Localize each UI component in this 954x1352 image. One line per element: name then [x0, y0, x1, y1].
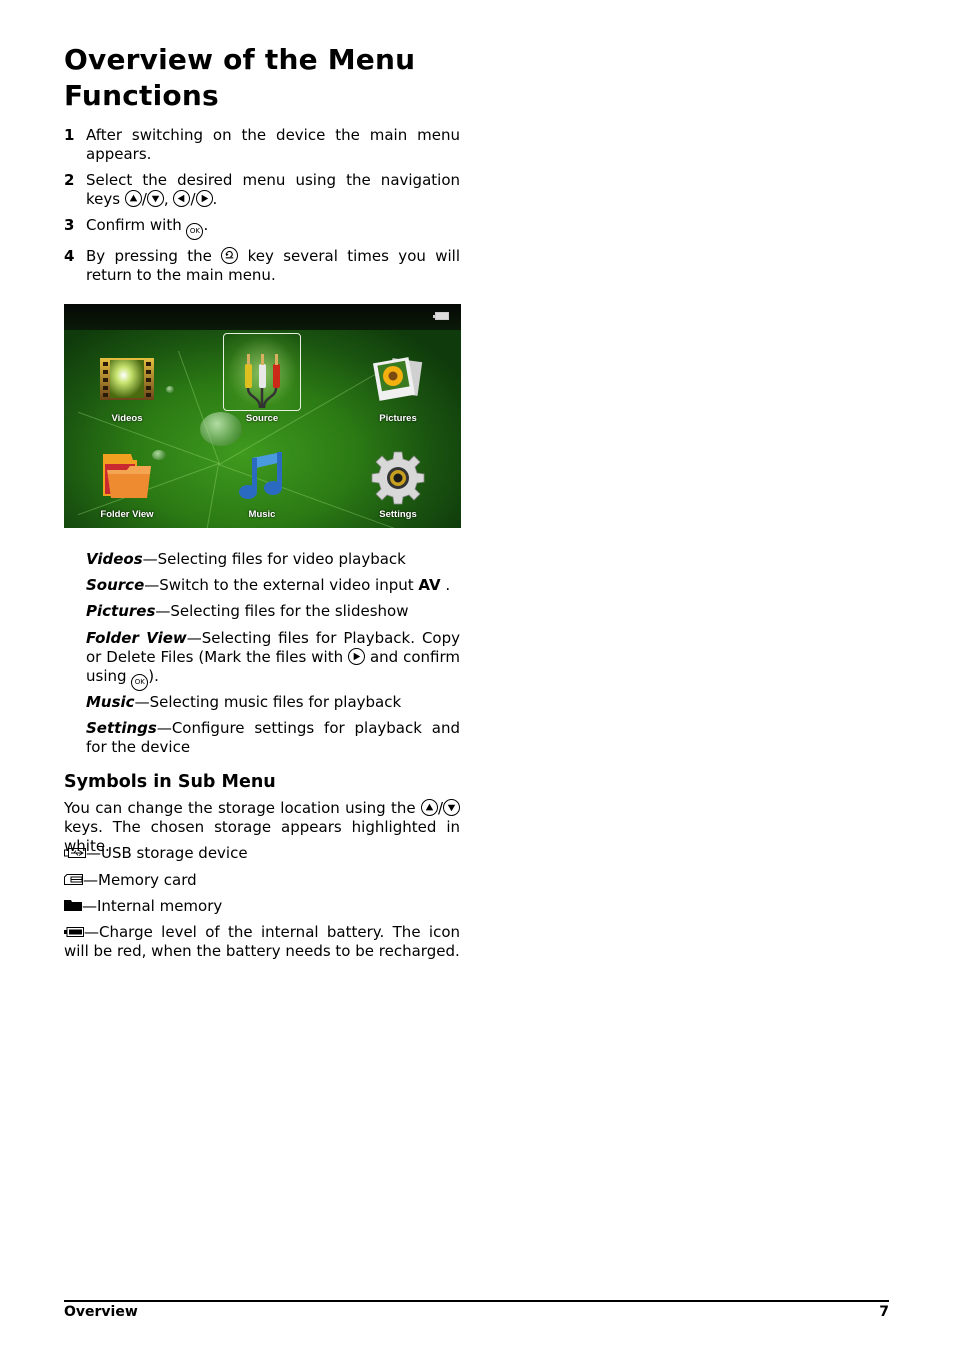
menu-item-label: Music [248, 509, 276, 520]
symbol-item-memory-card: —Memory card [64, 871, 460, 890]
step-item: 4 By pressing the key several times you … [64, 247, 460, 284]
menu-item-label: Source [245, 413, 279, 424]
av-label: AV [418, 576, 441, 594]
down-key-icon [146, 190, 164, 207]
step-item: 3 Confirm with OK. [64, 216, 460, 240]
ok-key-icon: OK [131, 674, 149, 691]
page-number: 7 [879, 1304, 889, 1320]
symbol-item-battery: —Charge level of the internal battery. T… [64, 923, 460, 960]
term: Pictures [86, 602, 156, 620]
step-item: 1 After switching on the device the main… [64, 126, 460, 164]
folder-icon [103, 454, 151, 498]
term: Source [86, 576, 145, 594]
description-folder-view: Folder View—Selecting files for Playback… [86, 629, 460, 691]
step-number: 2 [64, 171, 75, 189]
usb-storage-icon [64, 848, 86, 858]
footer-divider [64, 1300, 889, 1302]
menu-item-videos[interactable]: Videos [72, 338, 182, 428]
symbol-item-usb: —USB storage device [64, 844, 460, 863]
ok-key-icon: OK [186, 223, 204, 240]
device-main-menu-screenshot: Videos Source Pictures Folder View Music… [64, 304, 461, 528]
memory-card-icon [64, 874, 83, 885]
menu-item-label: Settings [379, 509, 417, 520]
step-text: By pressing the [86, 247, 222, 265]
battery-icon [433, 312, 449, 320]
menu-item-folder-view[interactable]: Folder View [72, 434, 182, 524]
photos-icon [372, 357, 423, 401]
description-source: Source—Switch to the external video inpu… [86, 576, 451, 594]
menu-item-settings[interactable]: Settings [343, 434, 453, 524]
internal-memory-icon [64, 900, 82, 911]
steps-list: 1 After switching on the device the main… [64, 126, 460, 292]
menu-item-pictures[interactable]: Pictures [343, 338, 453, 428]
description-pictures: Pictures—Selecting files for the slidesh… [86, 602, 409, 620]
term: Music [86, 693, 135, 711]
right-key-icon [348, 648, 366, 665]
down-key-icon [443, 799, 460, 816]
battery-icon [64, 927, 84, 937]
menu-item-label: Folder View [100, 509, 154, 520]
term: Videos [86, 550, 143, 568]
menu-item-label: Videos [111, 413, 143, 424]
description-videos: Videos—Selecting files for video playbac… [86, 550, 406, 568]
menu-item-label: Pictures [379, 413, 417, 424]
up-key-icon [420, 799, 438, 816]
back-key-icon [221, 247, 239, 264]
gear-icon [371, 451, 425, 505]
footer-section-name: Overview [64, 1304, 138, 1320]
step-number: 3 [64, 216, 75, 234]
left-key-icon [173, 190, 191, 207]
term: Settings [86, 719, 157, 737]
menu-item-source[interactable]: Source [207, 338, 317, 428]
description-music: Music—Selecting music files for playback [86, 693, 402, 711]
menu-item-music[interactable]: Music [207, 434, 317, 524]
up-key-icon [124, 190, 142, 207]
step-number: 1 [64, 126, 75, 144]
step-number: 4 [64, 247, 75, 265]
step-item: 2 Select the desired menu using the navi… [64, 171, 460, 208]
step-text: Confirm with [86, 216, 187, 234]
page-title: Overview of the Menu Functions [64, 43, 416, 112]
step-text: After switching on the device the main m… [86, 126, 460, 163]
symbol-item-internal-memory: —Internal memory [64, 897, 460, 916]
av-cable-icon [245, 354, 280, 409]
status-bar [64, 304, 461, 330]
right-key-icon [195, 190, 213, 207]
term: Folder View [86, 629, 187, 647]
section-heading: Symbols in Sub Menu [64, 772, 276, 792]
music-note-icon [239, 452, 282, 499]
description-settings: Settings—Configure settings for playback… [86, 719, 460, 756]
film-icon [100, 358, 154, 400]
